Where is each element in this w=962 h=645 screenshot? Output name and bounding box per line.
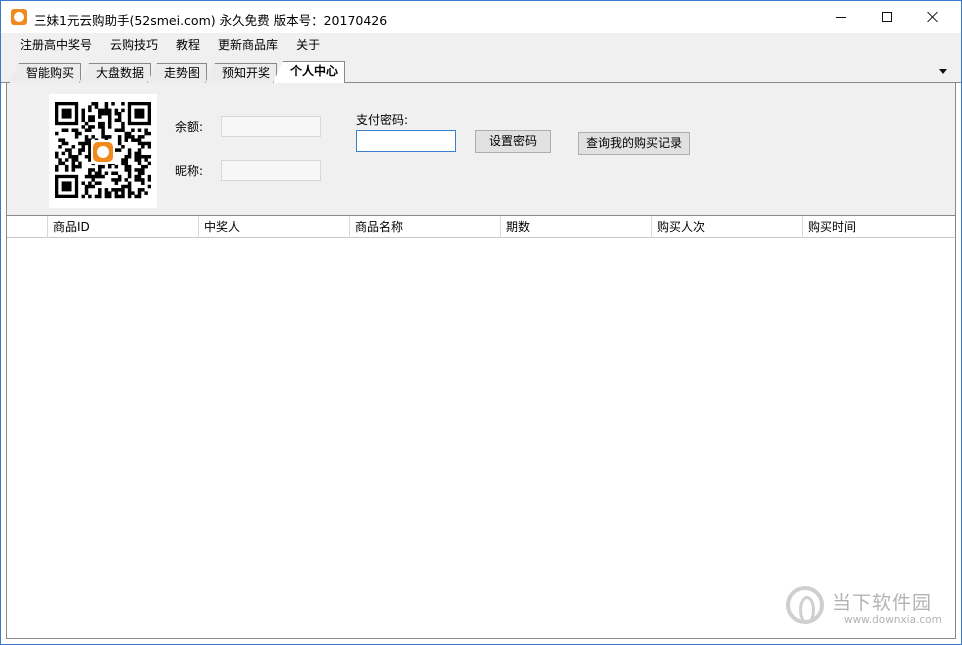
title-bar[interactable]: 三妹1元云购助手(52smei.com) 永久免费 版本号：20170426 [1, 1, 961, 33]
purchase-records-table[interactable]: 商品ID 中奖人 商品名称 期数 购买人次 购买时间 [6, 215, 956, 639]
menu-register-number[interactable]: 注册高中奖号 [11, 33, 101, 58]
column-header-winner[interactable]: 中奖人 [199, 216, 350, 238]
menu-tutorial[interactable]: 教程 [167, 33, 209, 58]
pay-password-label: 支付密码: [356, 113, 409, 127]
set-password-button[interactable]: 设置密码 [475, 130, 551, 153]
menu-about[interactable]: 关于 [287, 33, 329, 58]
downxia-logo-icon [786, 586, 824, 624]
query-purchase-records-button[interactable]: 查询我的购买记录 [578, 132, 690, 155]
tab-trend-chart[interactable]: 走势图 [147, 63, 208, 83]
menu-bar: 注册高中奖号 云购技巧 教程 更新商品库 关于 [1, 33, 961, 58]
watermark-url: www.downxia.com [844, 614, 942, 626]
minimize-button[interactable] [818, 1, 864, 33]
column-header-product-name[interactable]: 商品名称 [350, 216, 501, 238]
maximize-icon [882, 12, 892, 22]
column-header-product-id[interactable]: 商品ID [48, 216, 199, 238]
tab-personal-center[interactable]: 个人中心 [273, 61, 346, 83]
column-header-blank[interactable] [7, 216, 48, 238]
column-header-period[interactable]: 期数 [501, 216, 652, 238]
qr-code-image [49, 94, 157, 208]
close-button[interactable] [910, 1, 956, 33]
balance-field [221, 116, 321, 137]
menu-tips[interactable]: 云购技巧 [101, 33, 167, 58]
column-header-purchase-count[interactable]: 购买人次 [652, 216, 803, 238]
maximize-button[interactable] [864, 1, 910, 33]
app-logo-icon [11, 9, 27, 25]
watermark-brand: 当下软件园 [832, 592, 933, 614]
tab-dropdown-icon[interactable] [939, 69, 947, 74]
qr-code-graphic [55, 102, 151, 199]
column-header-purchase-time[interactable]: 购买时间 [803, 216, 954, 238]
balance-label: 余额: [175, 120, 204, 134]
nickname-field [221, 160, 321, 181]
table-header: 商品ID 中奖人 商品名称 期数 购买人次 购买时间 [7, 216, 955, 238]
nickname-label: 昵称: [175, 164, 204, 178]
pay-password-input[interactable] [356, 130, 456, 152]
downxia-watermark: 当下软件园 www.downxia.com [786, 583, 956, 631]
tab-strip: 智能购买 大盘数据 走势图 预知开奖 个人中心 [1, 58, 961, 83]
app-window: 三妹1元云购助手(52smei.com) 永久免费 版本号：20170426 注… [0, 0, 962, 645]
menu-update-catalog[interactable]: 更新商品库 [209, 33, 287, 58]
tab-predict-draw[interactable]: 预知开奖 [205, 63, 278, 83]
tab-smart-buy[interactable]: 智能购买 [9, 63, 82, 83]
tab-market-data[interactable]: 大盘数据 [79, 63, 152, 83]
minimize-icon [836, 16, 846, 18]
personal-center-panel: 余额: 昵称: 支付密码: 设置密码 查询我的购买记录 [6, 83, 956, 215]
window-title: 三妹1元云购助手(52smei.com) 永久免费 版本号：20170426 [34, 13, 388, 28]
close-icon [927, 11, 939, 23]
